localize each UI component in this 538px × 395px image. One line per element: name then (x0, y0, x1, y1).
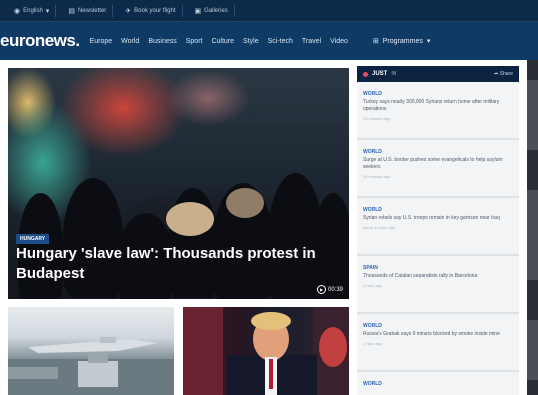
item-category: WORLD (363, 149, 382, 155)
language-label: English (23, 7, 43, 14)
programmes-menu[interactable]: ⊞ Programmes ▾ (372, 37, 431, 46)
just-in-sidebar: JUST IN ➦ Share WORLD Turkey says nearly… (357, 66, 519, 395)
protester-hat (226, 188, 264, 218)
list-item[interactable]: SPAIN Thousands of Catalan separatists r… (357, 256, 519, 314)
just-in-subtitle: IN (391, 71, 397, 77)
item-timestamp: 13 minutes ago (363, 116, 391, 121)
item-timestamp: 1 hour ago (363, 283, 383, 288)
live-dot-icon (363, 71, 368, 77)
item-timestamp: 1 hour ago (363, 341, 383, 346)
just-in-header: JUST IN ➦ Share (357, 66, 519, 82)
caret-down-icon: ▾ (426, 38, 431, 45)
item-headline[interactable]: Surge at U.S. border pushes some evangel… (363, 157, 513, 171)
video-duration: 00:39 (327, 286, 343, 293)
share-button[interactable]: ➦ Share (494, 71, 513, 77)
hero-video-indicator: ▶ 00:39 (316, 285, 343, 294)
item-headline[interactable]: Turkey says nearly 300,000 Syrians retur… (363, 99, 513, 113)
language-selector[interactable]: ◉ English ▾ (8, 4, 57, 17)
programmes-label: Programmes (382, 37, 423, 45)
galleries-link[interactable]: ▣ Galleries (189, 4, 235, 17)
newsletter-label: Newsletter (77, 7, 107, 14)
chevron-down-icon: ▾ (45, 7, 50, 15)
book-flight-link[interactable]: ✈ Book your flight (119, 4, 183, 17)
book-flight-label: Book your flight (134, 7, 176, 14)
share-icon: ➦ (494, 71, 499, 77)
edge-image (527, 80, 538, 150)
newsletter-link[interactable]: ▤ Newsletter (62, 4, 114, 17)
protester-hat (166, 202, 214, 236)
nav-link-travel[interactable]: Travel (302, 38, 321, 45)
article-thumbnail-trump[interactable] (183, 307, 349, 395)
item-timestamp: 26 minutes ago (363, 174, 391, 179)
item-category: WORLD (363, 381, 382, 387)
article-thumbnail-plane[interactable] (8, 307, 174, 395)
galleries-label: Galleries (204, 7, 228, 14)
site-logo[interactable]: euronews. (0, 31, 80, 51)
nav-link-scitech[interactable]: Sci-tech (268, 38, 293, 45)
hero-headline[interactable]: Hungary 'slave law': Thousands protest i… (16, 244, 326, 284)
nav-link-style[interactable]: Style (243, 38, 259, 45)
grid-icon: ⊞ (372, 38, 379, 45)
hero-category-tag[interactable]: HUNGARY (16, 234, 50, 244)
nav-link-culture[interactable]: Culture (211, 38, 234, 45)
nav-link-europe[interactable]: Europe (90, 38, 113, 45)
item-category: WORLD (363, 91, 382, 97)
play-icon: ▶ (316, 285, 326, 294)
nav-link-business[interactable]: Business (148, 38, 176, 45)
item-category: SPAIN (363, 265, 378, 271)
main-navigation: euronews. Europe World Business Sport Cu… (0, 22, 538, 60)
top-utility-bar: ◉ English ▾ ▤ Newsletter ✈ Book your fli… (0, 0, 538, 22)
just-in-title: JUST (372, 71, 388, 77)
content-area: HUNGARY Hungary 'slave law': Thousands p… (0, 60, 538, 395)
nav-link-sport[interactable]: Sport (186, 38, 203, 45)
edge-image (527, 190, 538, 280)
globe-icon: ◉ (14, 7, 21, 15)
item-headline[interactable]: Syrian rebels say U.S. troops remain in … (363, 215, 513, 222)
hero-article[interactable]: HUNGARY Hungary 'slave law': Thousands p… (8, 68, 349, 299)
newsletter-icon: ▤ (68, 7, 75, 15)
just-in-list: WORLD Turkey says nearly 300,000 Syrians… (357, 82, 519, 392)
nav-link-video[interactable]: Video (330, 38, 348, 45)
press-scene-image (183, 307, 349, 395)
list-item[interactable]: WORLD (357, 372, 519, 392)
list-item[interactable]: WORLD Turkey says nearly 300,000 Syrians… (357, 82, 519, 140)
item-headline[interactable]: Russia's Grabak says 9 miners blocked by… (363, 331, 513, 338)
list-item[interactable]: WORLD Syrian rebels say U.S. troops rema… (357, 198, 519, 256)
item-category: WORLD (363, 207, 382, 213)
list-item[interactable]: WORLD Surge at U.S. border pushes some e… (357, 140, 519, 198)
item-headline[interactable]: Thousands of Catalan separatists rally i… (363, 273, 513, 280)
item-category: WORLD (363, 323, 382, 329)
edge-image (527, 320, 538, 380)
gallery-icon: ▣ (194, 7, 202, 15)
plane-icon: ✈ (125, 7, 132, 15)
airport-scene-image (8, 337, 174, 395)
nav-link-world[interactable]: World (121, 38, 139, 45)
item-timestamp: about an hour ago (363, 225, 396, 230)
adjacent-content-edge (527, 60, 538, 395)
share-label: Share (499, 71, 513, 77)
list-item[interactable]: WORLD Russia's Grabak says 9 miners bloc… (357, 314, 519, 372)
